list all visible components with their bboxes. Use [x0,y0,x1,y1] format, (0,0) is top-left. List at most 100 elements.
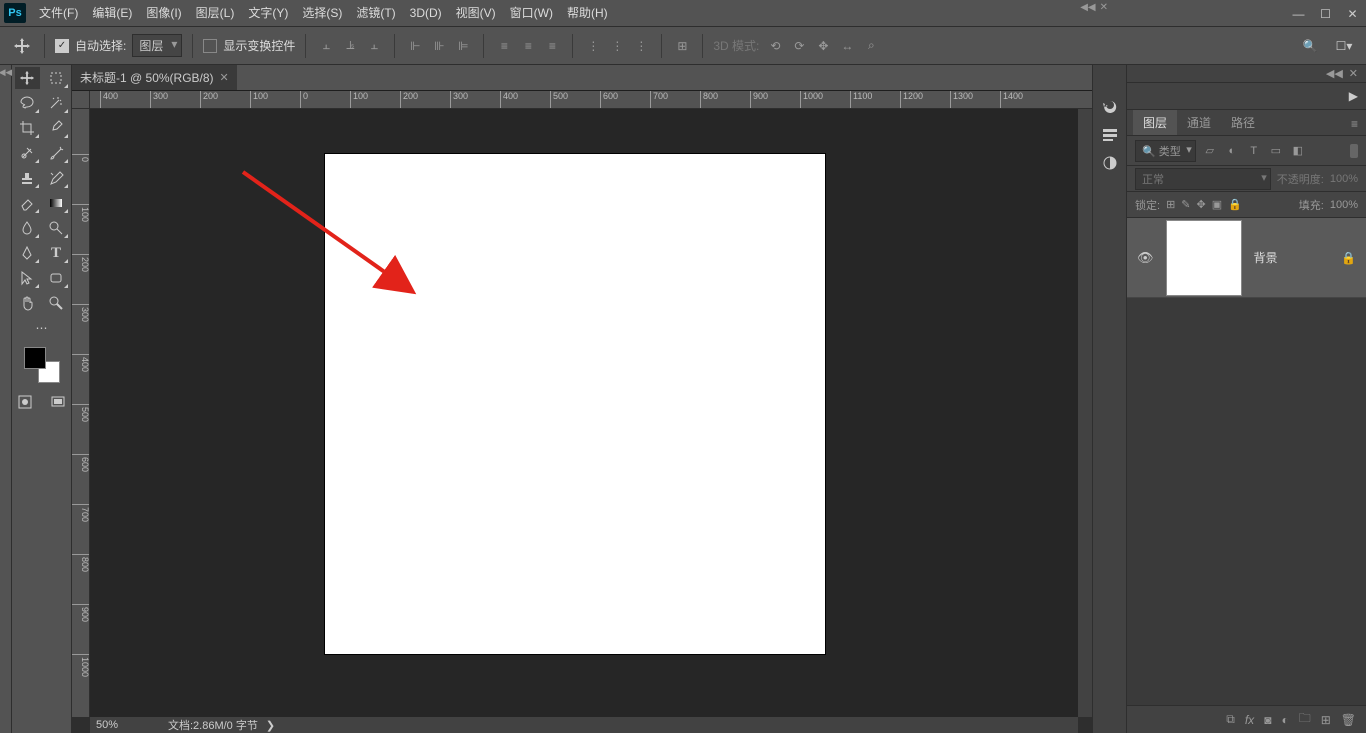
menu-layer[interactable]: 图层(L) [189,0,242,27]
menu-filter[interactable]: 滤镜(T) [349,0,402,27]
new-layer-icon[interactable]: ⊞ [1321,713,1331,727]
dodge-tool[interactable] [44,217,69,239]
opacity-value[interactable]: 100% [1330,173,1358,185]
panel-collapse-icon[interactable]: ◀◀ [1326,67,1343,80]
layer-group-icon[interactable]: 🗀 [1299,709,1311,730]
minimize-button[interactable]: — [1285,0,1312,27]
menu-type[interactable]: 文字(Y) [241,0,295,27]
blur-tool[interactable] [15,217,40,239]
canvas-document[interactable] [325,154,825,654]
filter-shape-icon[interactable]: ▭ [1268,143,1284,159]
menu-view[interactable]: 视图(V) [449,0,503,27]
hand-tool[interactable] [15,292,40,314]
dock-collapse-icon[interactable]: ◀◀ [1080,2,1095,13]
link-layers-icon[interactable]: ⧉ [1226,712,1235,727]
pen-tool[interactable] [15,242,40,264]
artboard-tool[interactable] [44,67,69,89]
zoom-input[interactable]: 50% [90,719,160,731]
path-select-tool[interactable] [15,267,40,289]
lock-trans-icon[interactable]: ⊞ [1166,198,1175,211]
history-brush-tool[interactable] [44,167,69,189]
color-swatch[interactable] [24,347,60,383]
brush-tool[interactable] [44,142,69,164]
menu-window[interactable]: 窗口(W) [503,0,560,27]
foreground-color[interactable] [24,347,46,369]
dist-right-icon[interactable]: ⋮ [631,36,651,56]
align-right-icon[interactable]: ⊫ [453,36,473,56]
scrollbar-vertical[interactable] [1078,109,1092,717]
toolbar-collapse[interactable]: ◀◀ [0,65,12,733]
topbar-play-icon[interactable]: ▶ [1349,89,1358,103]
align-top-icon[interactable]: ⫠ [316,36,336,56]
blend-mode-select[interactable]: 正常 [1135,168,1271,190]
align-vcenter-icon[interactable]: ⫡ [340,36,360,56]
panel-close-icon[interactable]: ✕ [1349,67,1358,80]
screenmode-tool[interactable] [46,391,71,413]
filter-type-select[interactable]: 🔍 类型 [1135,140,1196,162]
dist-vcenter-icon[interactable]: ≡ [518,36,538,56]
lock-pixel-icon[interactable]: ✎ [1181,198,1190,211]
document-tab[interactable]: 未标题-1 @ 50%(RGB/8) ✕ [72,64,237,90]
dock-adjustments-icon[interactable] [1093,149,1127,177]
layer-name[interactable]: 背景 [1254,249,1330,266]
panel-menu-icon[interactable]: ≡ [1343,113,1366,135]
maximize-button[interactable]: ☐ [1312,0,1339,27]
dist-left-icon[interactable]: ⋮ [583,36,603,56]
layer-locked-icon[interactable]: 🔒 [1341,251,1356,265]
workspace-icon[interactable]: ☐▾ [1332,34,1356,58]
zoom-tool[interactable] [44,292,69,314]
type-tool[interactable]: T [44,242,69,264]
filter-pixel-icon[interactable]: ▱ [1202,143,1218,159]
more-tools[interactable]: ⋯ [15,317,69,339]
ruler-vertical[interactable]: 01002003004005006007008009001000 [72,109,90,717]
lasso-tool[interactable] [15,92,40,114]
delete-layer-icon[interactable]: 🗑 [1341,713,1356,727]
tab-paths[interactable]: 路径 [1221,110,1265,135]
align-bottom-icon[interactable]: ⫠ [364,36,384,56]
filter-toggle[interactable] [1350,144,1358,158]
lock-artboard-icon[interactable]: ▣ [1212,198,1222,211]
menu-select[interactable]: 选择(S) [295,0,349,27]
tab-layers[interactable]: 图层 [1133,110,1177,135]
lock-pos-icon[interactable]: ✥ [1197,198,1206,211]
adjustment-layer-icon[interactable]: ◐ [1281,713,1288,727]
stamp-tool[interactable] [15,167,40,189]
dock-properties-icon[interactable] [1093,121,1127,149]
layer-mask-icon[interactable]: ◙ [1264,713,1271,727]
ruler-horizontal[interactable]: 4003002001000100200300400500600700800900… [90,91,1092,109]
dock-close-icon[interactable]: ✕ [1100,2,1108,13]
rectangle-tool[interactable] [44,267,69,289]
filter-smart-icon[interactable]: ◧ [1290,143,1306,159]
eyedropper-tool[interactable] [44,117,69,139]
dock-history-icon[interactable] [1093,93,1127,121]
menu-edit[interactable]: 编辑(E) [85,0,139,27]
eraser-tool[interactable] [15,192,40,214]
dist-bottom-icon[interactable]: ≡ [542,36,562,56]
move-tool[interactable] [15,67,40,89]
healing-tool[interactable] [15,142,40,164]
layer-row[interactable]: 👁 背景 🔒 [1127,218,1366,298]
align-left-icon[interactable]: ⊩ [405,36,425,56]
info-arrow-icon[interactable]: ❯ [266,719,275,732]
autoselect-checkbox[interactable]: ✓ [55,39,69,53]
gradient-tool[interactable] [44,192,69,214]
layer-thumbnail[interactable] [1166,220,1242,296]
menu-image[interactable]: 图像(I) [139,0,188,27]
magic-wand-tool[interactable] [44,92,69,114]
dist-top-icon[interactable]: ≡ [494,36,514,56]
auto-align-icon[interactable]: ⊞ [672,36,692,56]
crop-tool[interactable] [15,117,40,139]
tab-channels[interactable]: 通道 [1177,110,1221,135]
menu-file[interactable]: 文件(F) [32,0,85,27]
lock-all-icon[interactable]: 🔒 [1228,198,1242,211]
menu-3d[interactable]: 3D(D) [403,0,449,27]
autoselect-dropdown[interactable]: 图层 [132,34,182,57]
layer-fx-icon[interactable]: fx [1245,713,1254,727]
visibility-icon[interactable]: 👁 [1137,250,1154,266]
filter-adjust-icon[interactable]: ◐ [1224,143,1240,159]
quickmask-tool[interactable] [13,391,38,413]
doc-info[interactable]: 文档:2.86M/0 字节 ❯ [160,717,275,733]
menu-help[interactable]: 帮助(H) [560,0,615,27]
transform-checkbox[interactable] [203,39,217,53]
tab-close-icon[interactable]: ✕ [220,71,229,84]
